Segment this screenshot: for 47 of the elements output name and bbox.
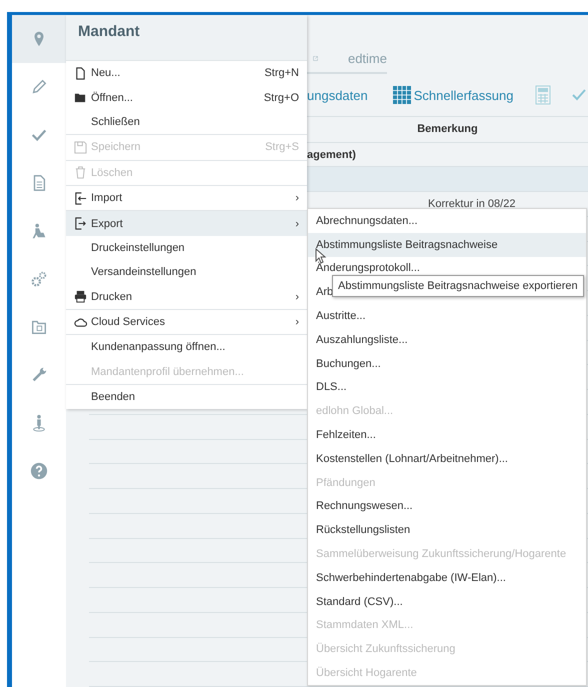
group-row-label: agement) (307, 148, 356, 161)
file-icon (74, 66, 87, 80)
tooltip: Abstimmungsliste Beitragsnachweise exportieren (332, 275, 584, 297)
menu-item[interactable]: Öffnen... Strg+O (66, 85, 307, 110)
submenu-item[interactable]: Rückstellungslisten (308, 518, 586, 542)
cloud-icon (74, 316, 87, 329)
menu-item[interactable]: Drucken › (66, 284, 307, 309)
menu-item[interactable]: Export › (66, 211, 307, 236)
pencil-icon (30, 78, 48, 96)
grid-icon (392, 85, 412, 106)
submenu-item[interactable]: Auszahlungsliste... (308, 328, 586, 352)
worker-icon (30, 222, 48, 240)
submenu-item[interactable]: Austritte... (308, 304, 586, 328)
table-cell: Korrektur in 08/22 (428, 198, 516, 210)
column-header: Bemerkung (416, 123, 479, 136)
person-icon (30, 414, 48, 432)
menu-item[interactable]: Import › (66, 186, 307, 210)
calculator-icon[interactable] (535, 85, 552, 106)
printer-icon (74, 290, 87, 304)
folder-icon (74, 91, 87, 104)
menu-item[interactable]: Versandeinstellungen (66, 260, 307, 285)
trash-icon (74, 166, 87, 180)
submenu-item[interactable]: Kostenstellen (Lohnart/Arbeitnehmer)... (308, 446, 586, 471)
submenu-item[interactable]: Schwerbehindertenabgabe (IW-Elan)... (308, 566, 586, 590)
menu-item[interactable]: Beenden (66, 385, 307, 410)
wrench-icon (30, 366, 48, 384)
toolbar-link[interactable]: ungsdaten (307, 88, 368, 103)
menu-item[interactable]: Schließen (66, 110, 307, 134)
export-icon (74, 217, 87, 230)
submenu-item[interactable]: Standard (CSV)... (308, 590, 586, 614)
folder-icon (30, 318, 48, 336)
submenu-item[interactable]: DLS... (308, 376, 586, 400)
submenu-item[interactable]: Abstimmungsliste Beitragsnachweise (308, 232, 586, 257)
submenu-item[interactable]: Buchungen... (308, 352, 586, 376)
help-icon (30, 462, 48, 480)
menu-title: Mandant (78, 23, 140, 40)
toolbar-link[interactable]: Schnellerfassung (414, 88, 514, 103)
gears-icon (30, 270, 48, 288)
menu-item[interactable]: Neu... Strg+N (66, 61, 307, 86)
menu-item[interactable]: Druckeinstellungen (66, 236, 307, 260)
menu-item[interactable]: Cloud Services › (66, 310, 307, 334)
import-icon (74, 192, 87, 205)
submenu-item[interactable]: Abrechnungsdaten... (308, 209, 586, 233)
menu-item[interactable]: Kundenanpassung öffnen... (66, 335, 307, 360)
submenu-item[interactable]: Rechnungswesen... (308, 494, 586, 518)
submenu-item[interactable]: Fehlzeiten... (308, 423, 586, 447)
sidebar-item[interactable] (12, 15, 66, 63)
